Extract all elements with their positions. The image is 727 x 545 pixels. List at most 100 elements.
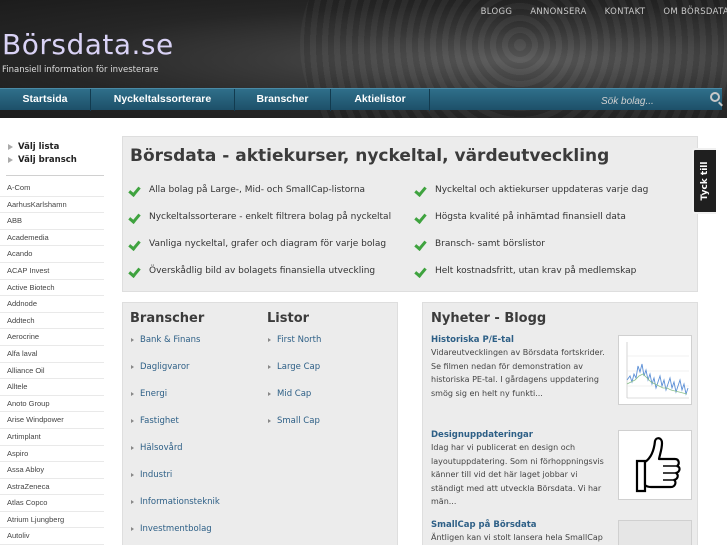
check-icon [416,238,427,249]
company-item[interactable]: AarhusKarlshamn [0,197,104,214]
bransch-label: Energi [140,389,168,399]
check-icon [130,184,141,195]
news-item: Designuppdateringar Idag har vi publicer… [431,430,693,509]
feedback-tab-label: Tyck till [700,161,710,201]
company-item[interactable]: Alfa laval [0,346,104,363]
bransch-link[interactable]: Hälsovård [130,440,220,467]
bransch-link[interactable]: Investmentbolag [130,521,220,545]
nav-branscher[interactable]: Branscher [235,89,330,111]
bransch-label: Hälsovård [140,443,183,453]
nav-startsida[interactable]: Startsida [0,89,90,111]
company-sidebar: Välj lista Välj bransch A-Com AarhusKarl… [0,140,104,545]
branscher-list: Bank & Finans Dagligvaror Energi Fastigh… [130,332,220,545]
lista-link[interactable]: First North [267,332,321,359]
news-excerpt: Äntligen kan vi stolt lansera hela Small… [431,533,603,542]
top-navigation: BLOGG ANNONSERA KONTAKT OM BÖRSDATA [481,7,727,17]
company-item[interactable]: Addtech [0,313,104,330]
company-item[interactable]: Academedia [0,230,104,247]
company-item[interactable]: ABB [0,213,104,230]
company-item[interactable]: AstraZeneca [0,479,104,496]
feature-text: Överskådlig bild av bolagets finansiella… [149,265,376,276]
arrow-right-icon [268,391,271,396]
lista-label: Small Cap [277,416,320,426]
top-link-kontakt[interactable]: KONTAKT [605,7,646,17]
company-item[interactable]: Atrium Ljungberg [0,512,104,529]
feature-item: Vanliga nyckeltal, grafer och diagram fö… [130,238,386,249]
feature-text: Vanliga nyckeltal, grafer och diagram fö… [149,238,387,249]
company-item[interactable]: Arise Windpower [0,412,104,429]
bransch-link[interactable]: Dagligvaror [130,359,220,386]
nav-divider [429,89,430,111]
arrow-right-icon [268,364,271,369]
top-link-blogg[interactable]: BLOGG [481,7,513,17]
feature-text: Bransch- samt börslistor [435,238,545,249]
bransch-label: Fastighet [140,416,179,426]
company-item[interactable]: Assa Abloy [0,462,104,479]
company-item[interactable]: Alliance Oil [0,363,104,380]
check-icon [130,238,141,249]
feature-text: Helt kostnadsfritt, utan krav på medlems… [435,265,637,276]
lista-link[interactable]: Small Cap [267,413,321,440]
company-item[interactable]: Aspiro [0,446,104,463]
company-item[interactable]: Addnode [0,296,104,313]
search-icon[interactable] [710,92,720,102]
search-input[interactable] [598,90,718,113]
intro-panel: Börsdata - aktiekurser, nyckeltal, värde… [122,136,698,292]
nav-aktielistor[interactable]: Aktielistor [331,89,429,111]
smallcap-thumbnail[interactable] [618,520,692,545]
company-item[interactable]: A-Com [0,180,104,197]
bransch-link[interactable]: Energi [130,386,220,413]
company-list: A-Com AarhusKarlshamn ABB Academedia Aca… [0,180,104,545]
pe-chart-thumbnail-graphic [626,342,689,399]
arrow-right-icon [131,472,134,477]
company-item[interactable]: Alltele [0,379,104,396]
sidebar-link-valj-bransch[interactable]: Välj bransch [8,153,104,166]
bransch-link[interactable]: Fastighet [130,413,220,440]
news-item: Historiska P/E-tal Vidareutvecklingen av… [431,335,693,405]
news-excerpt: Idag har vi publicerat en design och lay… [431,443,604,506]
company-item[interactable]: Aerocrine [0,329,104,346]
feedback-tab[interactable]: Tyck till [692,148,716,214]
feature-text: Nyckeltalssorterare - enkelt filtrera bo… [149,211,392,222]
listor-list: First North Large Cap Mid Cap Small Cap [267,332,321,440]
arrow-right-icon [131,526,134,531]
feature-text: Alla bolag på Large-, Mid- och SmallCap-… [149,184,366,195]
sidebar-link-valj-lista[interactable]: Välj lista [8,140,104,153]
arrow-right-icon [131,364,134,369]
site-tagline: Finansiell information för investerare [2,65,159,75]
lista-label: Large Cap [277,362,321,372]
arrow-right-icon [131,445,134,450]
pe-chart-thumbnail[interactable] [618,335,692,405]
sidebar-links: Välj lista Välj bransch [0,140,104,166]
listor-heading: Listor [267,311,310,326]
bransch-label: Industri [140,470,173,480]
bransch-link[interactable]: Industri [130,467,220,494]
top-link-annonsera[interactable]: ANNONSERA [530,7,586,17]
check-icon [130,211,141,222]
nav-nyckeltalssorterare[interactable]: Nyckeltalssorterare [91,89,234,111]
company-item[interactable]: Atlas Copco [0,495,104,512]
feature-item: Nyckeltal och aktiekurser uppdateras var… [416,184,648,195]
triangle-right-icon [8,156,13,163]
company-item[interactable]: ACAP Invest [0,263,104,280]
categories-panel: Branscher Bank & Finans Dagligvaror Ener… [122,302,398,545]
lista-label: Mid Cap [277,389,312,399]
lista-link[interactable]: Mid Cap [267,386,321,413]
company-item[interactable]: Artimplant [0,429,104,446]
arrow-right-icon [131,337,134,342]
bransch-link[interactable]: Informationsteknik [130,494,220,521]
company-item[interactable]: Active Biotech [0,280,104,297]
sidebar-link-label: Välj lista [18,141,60,152]
company-item[interactable]: Anoto Group [0,396,104,413]
thumbs-up-icon[interactable] [618,430,692,500]
lista-label: First North [277,335,322,345]
company-item[interactable]: Acando [0,246,104,263]
feature-text: Högsta kvalité på inhämtad finansiell da… [435,211,626,222]
feature-item: Bransch- samt börslistor [416,238,545,249]
lista-link[interactable]: Large Cap [267,359,321,386]
company-item[interactable]: Autoliv [0,528,104,545]
feature-item: Överskådlig bild av bolagets finansiella… [130,265,375,276]
bransch-link[interactable]: Bank & Finans [130,332,220,359]
site-logo[interactable]: Börsdata.se [2,28,174,61]
top-link-om-borsdata[interactable]: OM BÖRSDATA [663,7,727,17]
